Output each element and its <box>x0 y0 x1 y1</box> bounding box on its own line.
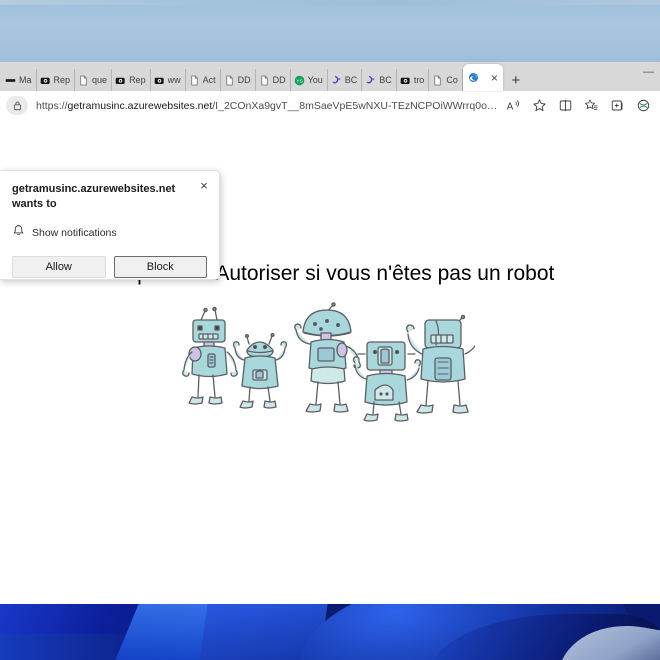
browser-tab[interactable]: que <box>75 69 113 91</box>
dark-bar-icon <box>5 78 16 82</box>
minimize-window-button[interactable]: — <box>643 66 654 78</box>
tab-label: BC <box>344 75 358 85</box>
svg-text:A: A <box>506 101 513 112</box>
browser-window: Ma Rep que Rep ww Act DD DD YS You BC BC… <box>0 62 660 604</box>
browser-tab[interactable]: Rep <box>37 69 76 91</box>
url-scheme: https:// <box>36 99 68 112</box>
robot-4 <box>352 341 422 422</box>
tab-label: Co <box>446 75 458 85</box>
browser-tab[interactable]: Rep <box>112 69 151 91</box>
browser-tab[interactable]: Ma <box>2 69 37 91</box>
split-screen-icon[interactable] <box>552 94 578 118</box>
desktop-background-top <box>0 0 660 64</box>
svg-text:YS: YS <box>296 78 302 84</box>
tab-label: que <box>92 75 108 85</box>
tab-label: Rep <box>129 75 146 85</box>
robot-3 <box>294 302 361 413</box>
document-icon <box>225 75 233 85</box>
permission-request-text: Show notifications <box>32 226 117 239</box>
camera-icon <box>40 77 50 84</box>
browser-essentials-icon[interactable] <box>630 94 656 118</box>
tab-label: Rep <box>53 75 71 85</box>
tab-label: DD <box>272 75 286 85</box>
blue-swirl-icon <box>332 75 340 84</box>
tab-label: Act <box>202 75 216 85</box>
lock-icon[interactable] <box>6 96 28 115</box>
close-icon[interactable]: × <box>197 179 211 193</box>
robot-2 <box>232 332 288 409</box>
url-path: /I_2COnXa9gvT__8mSaeVpE5wNXU-TEzNCPOiWWr… <box>212 99 500 112</box>
close-tab-icon[interactable]: × <box>491 72 498 84</box>
camera-icon <box>400 77 410 84</box>
favorites-bar-icon[interactable] <box>578 94 604 118</box>
desktop-gradient-band <box>0 0 660 5</box>
tab-label: Ma <box>19 75 32 85</box>
collections-icon[interactable] <box>604 94 630 118</box>
url-text[interactable]: https://getramusinc.azurewebsites.net/I_… <box>36 100 500 112</box>
browser-tab[interactable]: ww <box>151 69 186 91</box>
read-aloud-icon[interactable]: A <box>500 94 526 118</box>
browser-tab[interactable]: BC <box>362 69 397 91</box>
green-circle-icon: YS <box>294 75 304 85</box>
tab-label: You <box>307 75 323 85</box>
bell-icon <box>12 224 25 242</box>
notification-permission-dialog: getramusinc.azurewebsites.net wants to ×… <box>0 170 220 280</box>
tab-strip: Ma Rep que Rep ww Act DD DD YS You BC BC… <box>0 62 660 91</box>
edge-icon <box>468 72 478 83</box>
document-icon <box>434 75 441 85</box>
browser-tab[interactable]: DD <box>256 69 291 91</box>
browser-tab[interactable]: Act <box>186 69 221 91</box>
tab-label: BC <box>379 75 392 85</box>
camera-icon <box>154 77 164 84</box>
block-button[interactable]: Block <box>113 255 207 278</box>
permission-dialog-title: getramusinc.azurewebsites.net wants to <box>12 183 176 210</box>
camera-icon <box>115 77 125 84</box>
new-tab-button[interactable]: + <box>503 69 529 91</box>
desktop-background-bottom <box>0 604 660 660</box>
favorite-star-icon[interactable] <box>526 94 552 118</box>
permission-dialog-buttons: Allow Block <box>12 255 207 278</box>
robot-1 <box>182 306 238 405</box>
allow-button[interactable]: Allow <box>12 255 106 278</box>
browser-toolbar: https://getramusinc.azurewebsites.net/I_… <box>0 91 660 120</box>
browser-tab[interactable]: Co <box>429 69 463 91</box>
url-host: getramusinc.azurewebsites.net <box>67 99 213 112</box>
browser-tab[interactable]: BC <box>328 69 363 91</box>
tab-label: ww <box>167 75 181 85</box>
browser-tab[interactable]: tro <box>397 69 430 91</box>
document-icon <box>80 75 87 85</box>
active-browser-tab[interactable]: × <box>462 64 503 91</box>
address-bar[interactable]: https://getramusinc.azurewebsites.net/I_… <box>4 95 500 116</box>
browser-tab[interactable]: YS You <box>291 69 328 91</box>
document-icon <box>260 75 268 85</box>
window-controls: — <box>643 62 660 91</box>
blue-swirl-icon <box>366 75 375 84</box>
document-icon <box>190 75 198 85</box>
browser-tab[interactable]: DD <box>221 69 256 91</box>
permission-request-row: Show notifications <box>12 224 207 242</box>
tab-label: tro <box>413 75 425 85</box>
five-cartoon-robots-illustration <box>182 302 475 422</box>
page-content: Cliquez sur Autoriser si vous n'êtes pas… <box>0 120 660 604</box>
tab-label: DD <box>237 75 251 85</box>
